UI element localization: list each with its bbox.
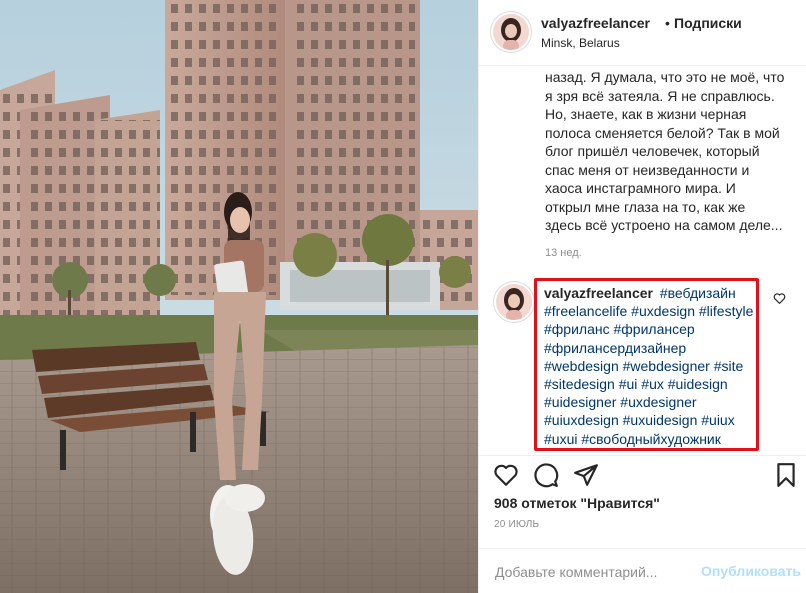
speech-bubble-icon[interactable] <box>533 462 559 488</box>
author-username[interactable]: valyazfreelancer <box>541 15 650 31</box>
hashtag-highlight-box <box>534 278 759 451</box>
paper-plane-icon[interactable] <box>573 462 599 488</box>
heart-outline-icon[interactable] <box>493 462 519 488</box>
following-button[interactable]: Подписки <box>674 15 742 31</box>
header-separator: • <box>665 15 670 31</box>
commenter-avatar[interactable] <box>496 284 532 320</box>
likes-count[interactable]: 908 отметок "Нравится" <box>494 495 660 511</box>
comment-like-icon[interactable] <box>773 292 786 305</box>
post-header: valyazfreelancer • Подписки Minsk, Belar… <box>479 0 806 66</box>
post-photo[interactable] <box>0 0 478 593</box>
bookmark-icon[interactable] <box>773 462 799 488</box>
comment-input[interactable] <box>493 561 697 583</box>
post-location[interactable]: Minsk, Belarus <box>541 36 620 50</box>
author-avatar[interactable] <box>493 14 529 50</box>
post-photo-image <box>0 0 478 593</box>
caption-timestamp[interactable]: 13 нед. <box>545 247 582 259</box>
post-caption: назад. Я думала, что это не моё, что я з… <box>545 69 785 233</box>
add-comment-bar: Опубликовать <box>479 548 806 593</box>
publish-button[interactable]: Опубликовать <box>701 563 801 579</box>
action-bar <box>479 455 806 496</box>
post-date[interactable]: 20 ИЮЛЬ <box>494 519 539 530</box>
